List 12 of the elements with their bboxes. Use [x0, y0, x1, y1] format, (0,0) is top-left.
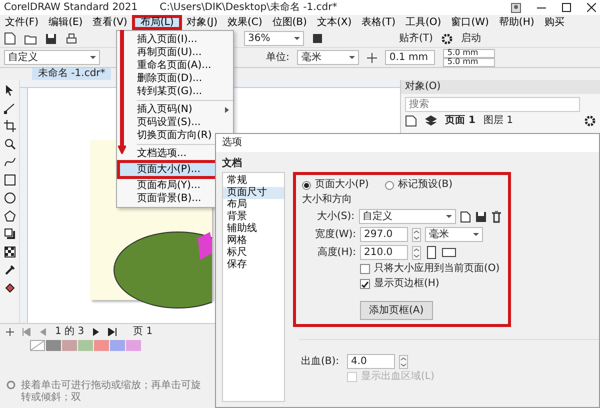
- docker-title: 对象(O): [405, 80, 441, 94]
- app-title: CorelDRAW Standard 2021: [4, 2, 138, 14]
- page-position: 1 的 3: [55, 326, 84, 338]
- file-path: C:\Users\DIK\Desktop\未命名 -1.cdr*: [160, 2, 338, 14]
- group-title: 大小和方向: [302, 194, 353, 206]
- size-label: 大小(S):: [316, 210, 355, 222]
- status-text: 接着单击可进行拖动或缩放；再单击可旋转或倾斜；双: [21, 380, 202, 404]
- dialog-title: 选项: [222, 137, 242, 148]
- bleed-label: 出血(B):: [301, 356, 340, 368]
- unit-label: 单位:: [266, 52, 290, 64]
- width-label: 宽度(W):: [314, 228, 356, 240]
- height-label: 高度(H):: [316, 246, 356, 258]
